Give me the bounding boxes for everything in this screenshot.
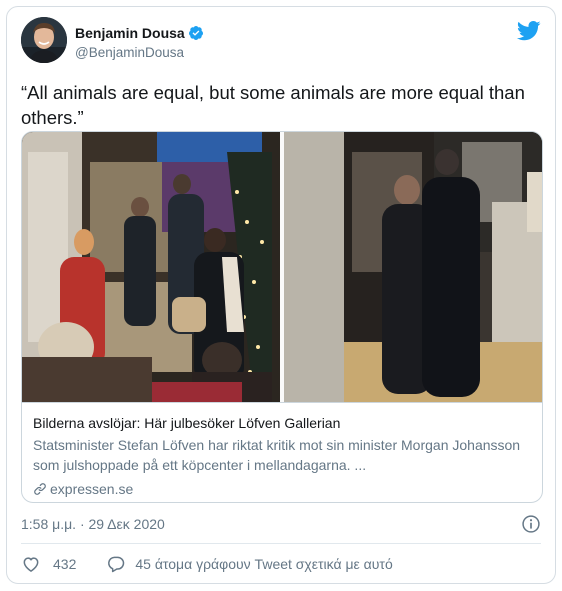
card-domain: expressen.se bbox=[50, 481, 134, 497]
people-talking-link[interactable]: 45 άτομα γράφουν Tweet σχετικά με αυτό bbox=[106, 554, 393, 574]
handle[interactable]: @BenjaminDousa bbox=[75, 45, 204, 60]
tweet-text: “All animals are equal, but some animals… bbox=[21, 82, 525, 128]
meta-row: 1:58 μ.μ. · 29 Δεκ 2020 bbox=[21, 514, 541, 534]
heart-outline-icon bbox=[23, 557, 39, 572]
card-title[interactable]: Bilderna avslöjar: Här julbesöker Löfven… bbox=[33, 414, 532, 433]
card-domain-row: expressen.se bbox=[33, 481, 532, 497]
card-description: Statsminister Stefan Löfven har riktat k… bbox=[33, 437, 521, 473]
name-block: Benjamin Dousa @BenjaminDousa bbox=[75, 24, 204, 60]
speech-bubble-icon bbox=[108, 556, 125, 573]
tweet-header: Benjamin Dousa @BenjaminDousa bbox=[21, 17, 541, 67]
link-chain-icon bbox=[34, 483, 46, 495]
card-divider bbox=[22, 402, 542, 403]
display-name[interactable]: Benjamin Dousa bbox=[75, 25, 185, 41]
like-button[interactable]: 432 bbox=[21, 554, 76, 574]
tweet-card: Benjamin Dousa @BenjaminDousa “All anima… bbox=[6, 6, 556, 584]
avatar-photo bbox=[21, 17, 67, 63]
twitter-bird-icon[interactable] bbox=[517, 21, 541, 41]
timestamp[interactable]: 1:58 μ.μ. · 29 Δεκ 2020 bbox=[21, 516, 165, 532]
avatar[interactable] bbox=[21, 17, 67, 63]
display-name-row: Benjamin Dousa bbox=[75, 24, 204, 42]
card-body: Bilderna avslöjar: Här julbesöker Löfven… bbox=[33, 414, 532, 497]
card-photo-collage bbox=[22, 132, 542, 402]
info-circle-icon[interactable] bbox=[521, 514, 541, 534]
people-talking-text: 45 άτομα γράφουν Tweet σχετικά με αυτό bbox=[135, 556, 393, 572]
verified-badge-icon bbox=[188, 26, 203, 40]
actions-row: 432 45 άτομα γράφουν Tweet σχετικά με αυ… bbox=[21, 552, 541, 576]
like-count: 432 bbox=[53, 556, 77, 572]
card-image[interactable] bbox=[22, 132, 542, 402]
separator bbox=[21, 543, 541, 544]
link-preview-card[interactable]: Bilderna avslöjar: Här julbesöker Löfven… bbox=[21, 131, 543, 503]
